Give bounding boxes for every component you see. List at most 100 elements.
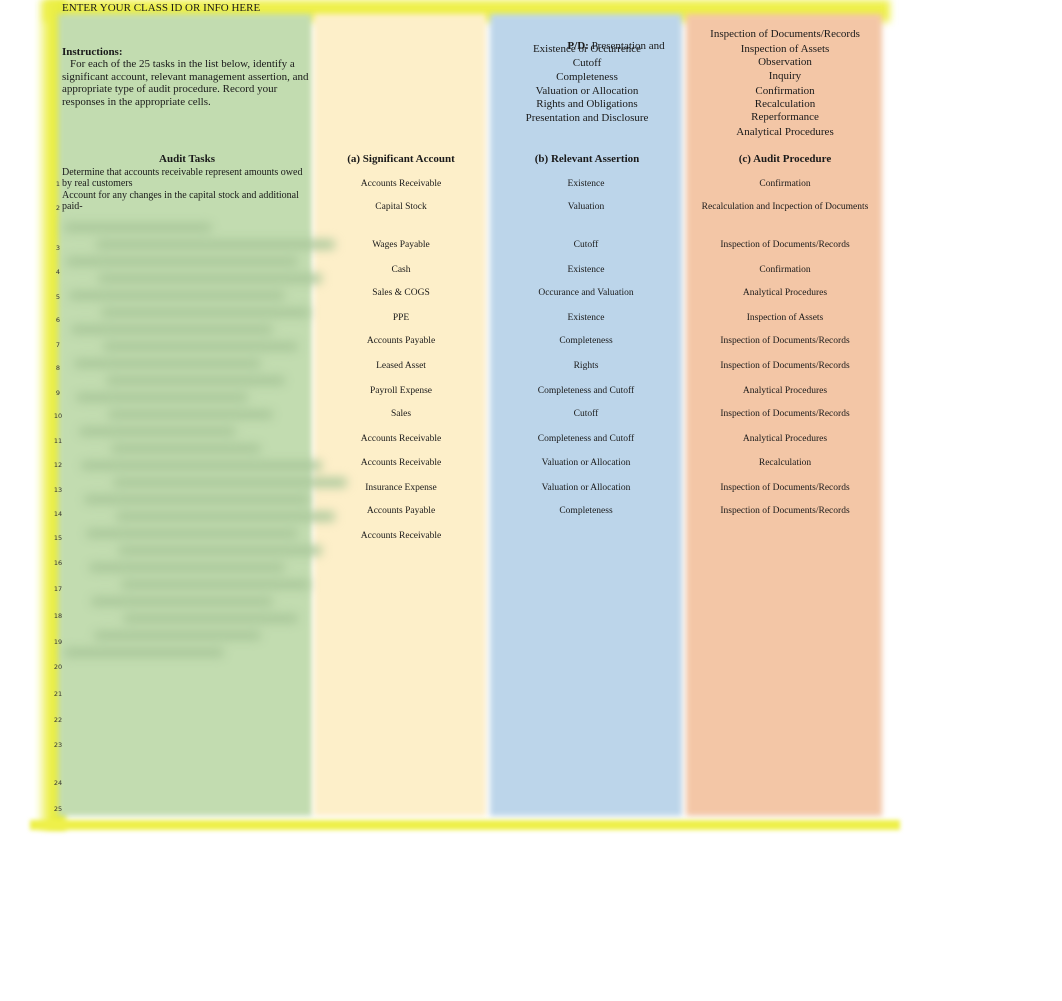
- procedure-cell[interactable]: Inspection of Assets: [747, 313, 824, 325]
- assertion-cell[interactable]: [581, 714, 591, 726]
- account-cell[interactable]: Accounts Payable: [367, 336, 435, 348]
- procedure-cell[interactable]: [780, 557, 790, 569]
- assertion-legend-item: Cutoff: [572, 57, 602, 69]
- assertion-cell[interactable]: [581, 661, 591, 673]
- account-cell[interactable]: [396, 661, 406, 673]
- account-cell[interactable]: Sales & COGS: [372, 288, 430, 300]
- procedure-legend-item: Inspection of Assets: [740, 43, 830, 55]
- assertion-cell[interactable]: Rights: [574, 361, 599, 373]
- procedure-cell[interactable]: Inspection of Documents/Records: [720, 483, 849, 495]
- assertion-cell[interactable]: [581, 557, 591, 569]
- row-number: 21: [53, 690, 63, 698]
- procedure-legend-item: Recalculation: [754, 98, 816, 110]
- row-number: 10: [53, 412, 63, 420]
- procedure-cell[interactable]: Analytical Procedures: [743, 386, 827, 398]
- assertion-cell[interactable]: [581, 739, 591, 751]
- procedure-cell[interactable]: Inspection of Documents/Records: [720, 409, 849, 421]
- account-cell[interactable]: [396, 557, 406, 569]
- account-cell[interactable]: [396, 688, 406, 700]
- account-cell[interactable]: [396, 777, 406, 789]
- redacted-text-band: [86, 529, 298, 538]
- assertion-cell[interactable]: Valuation or Allocation: [542, 458, 631, 470]
- assertion-cell[interactable]: [581, 531, 591, 543]
- redacted-text-band: [105, 376, 286, 385]
- assertion-cell[interactable]: Completeness: [559, 506, 612, 518]
- procedure-cell[interactable]: [780, 583, 790, 595]
- redacted-text-band: [115, 512, 335, 521]
- assertion-cell[interactable]: Valuation or Allocation: [542, 483, 631, 495]
- assertion-cell[interactable]: Cutoff: [574, 240, 599, 252]
- procedure-cell[interactable]: Analytical Procedures: [743, 434, 827, 446]
- procedure-cell[interactable]: [780, 803, 790, 815]
- procedure-cell[interactable]: [780, 714, 790, 726]
- assertion-cell[interactable]: [581, 636, 591, 648]
- account-cell[interactable]: Insurance Expense: [365, 483, 436, 495]
- assertion-cell[interactable]: [581, 688, 591, 700]
- procedure-cell[interactable]: [780, 636, 790, 648]
- account-cell[interactable]: Capital Stock: [375, 202, 426, 214]
- row-number: 3: [55, 244, 61, 252]
- assertion-cell[interactable]: [581, 610, 591, 622]
- assertion-cell[interactable]: Occurance and Valuation: [538, 288, 633, 300]
- account-cell[interactable]: [396, 583, 406, 595]
- account-cell[interactable]: Leased Asset: [376, 361, 426, 373]
- class-id-field[interactable]: ENTER YOUR CLASS ID OR INFO HERE: [62, 2, 260, 14]
- assertion-legend-item: Rights and Obligations: [536, 98, 638, 110]
- account-cell[interactable]: [396, 610, 406, 622]
- assertion-legend-item: Valuation or Allocation: [535, 85, 639, 97]
- account-cell[interactable]: Accounts Payable: [367, 506, 435, 518]
- procedure-cell[interactable]: [780, 688, 790, 700]
- procedure-cell[interactable]: Analytical Procedures: [743, 288, 827, 300]
- assertion-cell[interactable]: Completeness and Cutoff: [538, 434, 634, 446]
- assertion-cell[interactable]: Cutoff: [574, 409, 599, 421]
- assertion-cell[interactable]: Existence: [568, 313, 605, 325]
- assertion-cell[interactable]: Completeness and Cutoff: [538, 386, 634, 398]
- procedure-cell[interactable]: [780, 661, 790, 673]
- account-cell[interactable]: Accounts Receivable: [361, 531, 441, 543]
- procedure-cell[interactable]: Inspection of Documents/Records: [720, 361, 849, 373]
- procedure-cell[interactable]: Recalculation and Incpection of Document…: [702, 202, 869, 214]
- procedure-cell[interactable]: Inspection of Documents/Records: [720, 336, 849, 348]
- redacted-text-band: [118, 546, 323, 555]
- procedure-cell[interactable]: Confirmation: [759, 179, 810, 191]
- procedure-cell[interactable]: [780, 610, 790, 622]
- assertion-cell[interactable]: [581, 583, 591, 595]
- procedure-cell[interactable]: Confirmation: [759, 265, 810, 277]
- account-cell[interactable]: [396, 714, 406, 726]
- account-cell[interactable]: Accounts Receivable: [361, 179, 441, 191]
- row-number: 4: [55, 268, 61, 276]
- procedure-cell[interactable]: Recalculation: [759, 458, 811, 470]
- account-cell[interactable]: Cash: [392, 265, 411, 277]
- account-cell[interactable]: PPE: [393, 313, 409, 325]
- redacted-text-band: [103, 342, 298, 351]
- account-cell[interactable]: [396, 636, 406, 648]
- redacted-text-band: [71, 325, 274, 334]
- account-cell[interactable]: Payroll Expense: [370, 386, 432, 398]
- account-cell[interactable]: Accounts Receivable: [361, 434, 441, 446]
- assertion-cell[interactable]: Valuation: [568, 202, 604, 214]
- account-cell[interactable]: [396, 803, 406, 815]
- instructions-body: For each of the 25 tasks in the list bel…: [62, 58, 309, 108]
- procedure-cell[interactable]: [780, 777, 790, 789]
- procedure-cell[interactable]: Inspection of Documents/Records: [720, 506, 849, 518]
- procedure-legend-item: Confirmation: [755, 85, 815, 97]
- account-cell[interactable]: [396, 739, 406, 751]
- account-cell[interactable]: Sales: [391, 409, 411, 421]
- assertion-cell[interactable]: Completeness: [559, 336, 612, 348]
- assertion-cell[interactable]: Existence: [568, 265, 605, 277]
- procedure-legend-item: Inquiry: [768, 70, 802, 82]
- redacted-text-band: [110, 444, 261, 453]
- account-cell[interactable]: Wages Payable: [372, 240, 430, 252]
- assertion-cell[interactable]: [581, 803, 591, 815]
- task-description: Determine that accounts receivable repre…: [62, 167, 303, 189]
- row-number: 22: [53, 716, 63, 724]
- assertion-cell[interactable]: [581, 777, 591, 789]
- redacted-text-band: [91, 597, 274, 606]
- assertion-cell[interactable]: Existence: [568, 179, 605, 191]
- procedure-cell[interactable]: [780, 531, 790, 543]
- account-cell[interactable]: Accounts Receivable: [361, 458, 441, 470]
- task-description: Account for any changes in the capital s…: [62, 190, 299, 212]
- procedure-cell[interactable]: Inspection of Documents/Records: [720, 240, 849, 252]
- procedure-cell[interactable]: [780, 739, 790, 751]
- redacted-text-band: [64, 223, 212, 232]
